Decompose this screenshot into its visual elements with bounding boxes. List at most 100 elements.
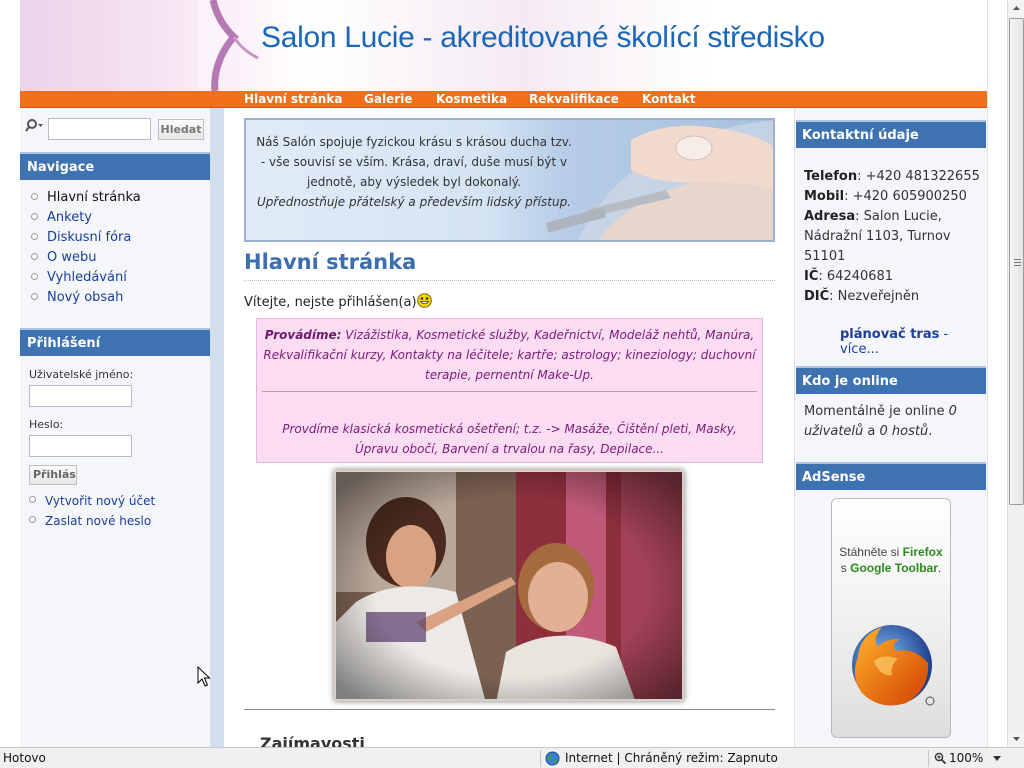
ad-line2-prefix: s — [840, 561, 851, 575]
contact-mobile: Mobil: +420 605900250 — [804, 187, 980, 207]
sidebar-divider-stripe — [210, 108, 224, 747]
nav-item-gallery[interactable]: Galerie — [364, 92, 412, 106]
site-title[interactable]: Salon Lucie - akreditované školící střed… — [261, 21, 825, 55]
bullet-icon — [29, 516, 36, 523]
route-planner-link[interactable]: plánovač tras — [840, 327, 939, 342]
magnifier-icon[interactable] — [25, 118, 45, 134]
dic-value: : Nezveřejněn — [829, 289, 920, 304]
ad-brand-toolbar: Google Toolbar — [850, 561, 938, 575]
navigation-list: Hlavní stránka Ankety Diskusní fóra O we… — [31, 188, 141, 308]
create-account-link[interactable]: Vytvořit nový účet — [45, 494, 155, 508]
contact-details: Telefon: +420 481322655 Mobil: +420 6059… — [804, 167, 980, 307]
list-item[interactable]: Ankety — [31, 208, 141, 228]
address-label: Adresa — [804, 209, 856, 224]
smiley-icon — [417, 293, 432, 308]
status-separator — [928, 750, 929, 767]
dic-label: DIČ — [804, 289, 830, 304]
list-item[interactable]: Vytvořit nový účet — [29, 491, 155, 511]
welcome-text: Vítejte, nejste přihlášen(a) — [244, 295, 417, 310]
vertical-scrollbar[interactable] — [1007, 0, 1024, 747]
ic-label: IČ — [804, 269, 819, 284]
login-button[interactable]: Přihlásit — [29, 465, 77, 485]
nav-link-new-content[interactable]: Nový obsah — [47, 290, 123, 305]
password-field[interactable] — [29, 435, 132, 457]
globe-icon — [545, 751, 560, 766]
title-divider — [244, 280, 775, 281]
security-zone-text[interactable]: Internet | Chráněný režim: Zapnuto — [565, 751, 778, 765]
nav-link-forums[interactable]: Diskusní fóra — [47, 230, 131, 245]
mobile-label: Mobil — [804, 189, 845, 204]
browser-viewport: Salon Lucie - akreditované školící střed… — [0, 0, 1007, 747]
phone-label: Telefon — [804, 169, 858, 184]
scrollbar-thumb[interactable] — [1009, 18, 1024, 505]
navigation-block-title: Navigace — [20, 152, 210, 180]
scroll-down-arrow-icon[interactable] — [1008, 730, 1024, 747]
banner-text: Náš Salón spojuje fyzickou krásu s kráso… — [254, 132, 574, 212]
grip-line — [1014, 262, 1021, 263]
ic-value: : 64240681 — [818, 269, 894, 284]
route-planner: plánovač tras - více... — [840, 327, 987, 357]
online-status: Momentálně je online 0 uživatelů a 0 hos… — [804, 402, 980, 442]
intro-banner: Náš Salón spojuje fyzickou krásu s kráso… — [244, 118, 775, 242]
online-block-title: Kdo je online — [796, 366, 986, 394]
list-item[interactable]: Diskusní fóra — [31, 228, 141, 248]
search-input[interactable] — [48, 118, 151, 140]
makeup-session-photo — [334, 470, 684, 701]
online-prefix: Momentálně je online — [804, 404, 949, 419]
nav-link-home-current[interactable]: Hlavní stránka — [47, 190, 141, 205]
nav-item-cosmetics[interactable]: Kosmetika — [436, 92, 507, 106]
status-text: Hotovo — [3, 751, 46, 765]
contact-ic: IČ: 64240681 — [804, 267, 980, 287]
list-item[interactable]: Vyhledávání — [31, 268, 141, 288]
nav-item-contact[interactable]: Kontakt — [642, 92, 695, 106]
grip-line — [1014, 259, 1021, 260]
password-label: Heslo: — [29, 418, 64, 431]
services-lead: Provádíme: — [264, 328, 342, 342]
right-gutter — [987, 0, 1007, 747]
zoom-level[interactable]: 100% — [949, 751, 983, 765]
scroll-up-arrow-icon[interactable] — [1008, 0, 1024, 17]
contact-phone: Telefon: +420 481322655 — [804, 167, 980, 187]
online-guests: 0 hostů — [879, 424, 929, 439]
list-item[interactable]: Hlavní stránka — [31, 188, 141, 208]
list-item[interactable]: Zaslat nové heslo — [29, 511, 155, 531]
bullet-icon — [31, 213, 38, 220]
page-title: Hlavní stránka — [244, 250, 417, 274]
grip-line — [1014, 265, 1021, 266]
contact-address: Adresa: Salon Lucie, Nádražní 1103, Turn… — [804, 207, 980, 267]
main-navigation-bar: Hlavní stránka Galerie Kosmetika Rekvali… — [20, 91, 987, 108]
username-label: Uživatelské jméno: — [29, 368, 134, 381]
bullet-icon — [31, 253, 38, 260]
bullet-icon — [31, 233, 38, 240]
left-gutter — [0, 0, 20, 747]
header-swirl-decoration — [198, 0, 259, 91]
mouse-cursor-icon — [197, 666, 211, 687]
bullet-icon — [29, 496, 36, 503]
nav-link-polls[interactable]: Ankety — [47, 210, 92, 225]
nav-item-requalification[interactable]: Rekvalifikace — [529, 92, 619, 106]
makeup-photo-illustration — [336, 472, 682, 699]
reset-password-link[interactable]: Zaslat nové heslo — [45, 514, 151, 528]
username-field[interactable] — [29, 385, 132, 407]
ad-line1-prefix: Stáhněte si — [839, 545, 903, 559]
nav-link-about[interactable]: O webu — [47, 250, 97, 265]
contact-block-title: Kontaktní údaje — [796, 120, 986, 148]
online-suffix: . — [928, 424, 933, 439]
banner-text-main: Náš Salón spojuje fyzickou krásu s kráso… — [256, 135, 572, 189]
firefox-ad[interactable]: Stáhněte si Firefox s Google Toolbar. — [831, 498, 951, 738]
nav-link-search[interactable]: Vyhledávání — [47, 270, 127, 285]
nav-item-home[interactable]: Hlavní stránka — [244, 92, 342, 106]
services-detail: Provdíme klasická kosmetická ošetření; t… — [282, 422, 737, 456]
browser-status-bar: Hotovo Internet | Chráněný režim: Zapnut… — [0, 747, 1024, 768]
chevron-down-icon[interactable] — [993, 756, 1001, 761]
mobile-value: : +420 605900250 — [844, 189, 967, 204]
list-item[interactable]: O webu — [31, 248, 141, 268]
ad-line-1: Stáhněte si Firefox — [832, 545, 950, 559]
zoom-icon[interactable] — [934, 752, 947, 765]
list-item[interactable]: Nový obsah — [31, 288, 141, 308]
status-separator — [540, 750, 541, 767]
login-block-title: Přihlášení — [20, 328, 210, 356]
search-button[interactable]: Hledat — [158, 119, 204, 140]
services-summary: Provádíme: Vizážistika, Kosmetické služb… — [262, 325, 757, 385]
contact-dic: DIČ: Nezveřejněn — [804, 287, 980, 307]
